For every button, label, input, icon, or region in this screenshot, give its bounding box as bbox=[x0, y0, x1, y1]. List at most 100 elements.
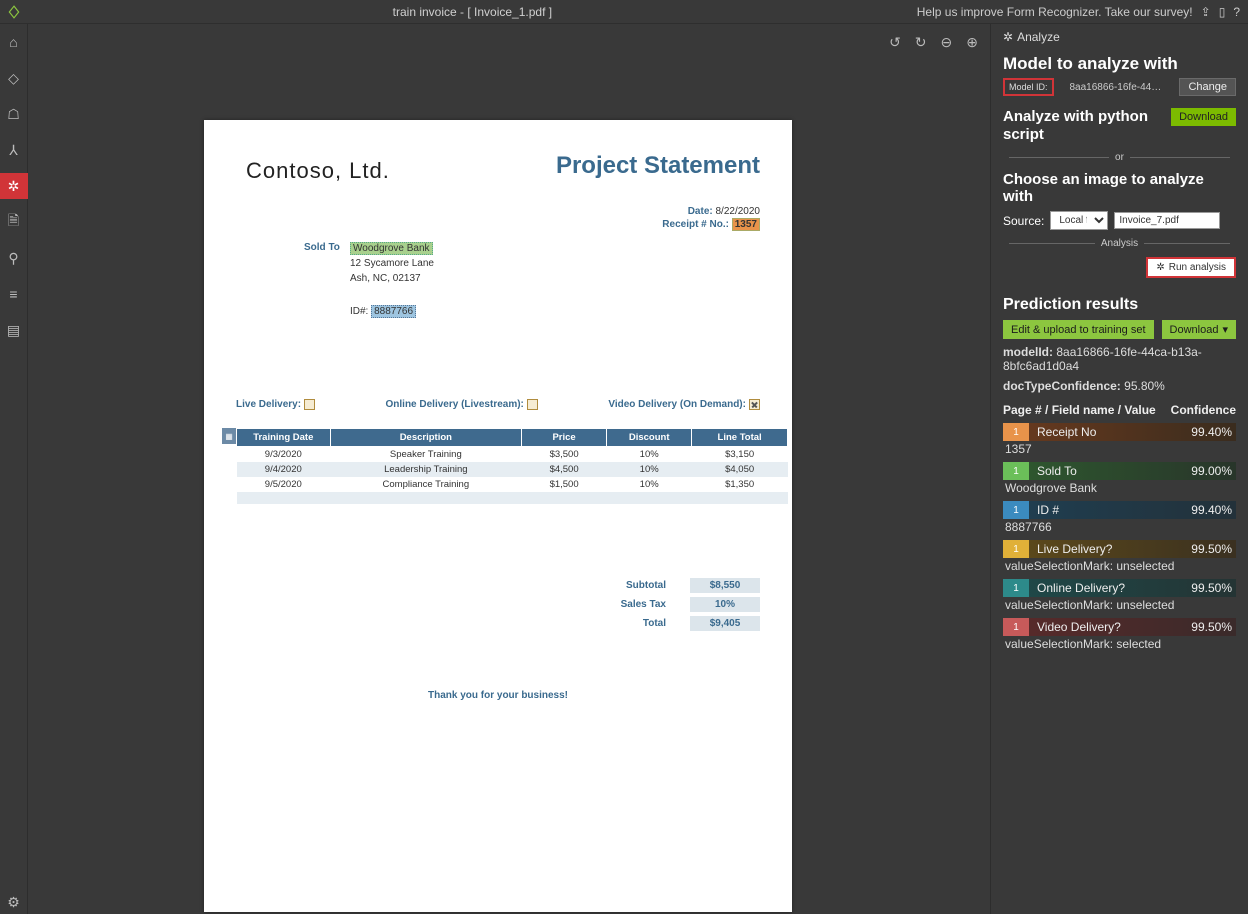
subtotal-label: Subtotal bbox=[586, 580, 666, 591]
online-delivery-checkbox bbox=[527, 399, 538, 410]
invoice-document: Contoso, Ltd. Project Statement Date: 8/… bbox=[204, 120, 792, 912]
zoom-out-icon[interactable]: ⊖ bbox=[941, 34, 953, 51]
doctype-row: docTypeConfidence: 95.80% bbox=[1003, 379, 1236, 393]
prediction-field[interactable]: 1Sold To99.00%Woodgrove Bank bbox=[1003, 462, 1236, 495]
analyze-gear-icon[interactable]: ✲ bbox=[0, 174, 28, 198]
field-value: 1357 bbox=[1003, 441, 1236, 456]
thanks-text: Thank you for your business! bbox=[204, 690, 792, 701]
video-delivery-label: Video Delivery (On Demand): bbox=[608, 399, 760, 410]
prediction-field[interactable]: 1Video Delivery?99.50%valueSelectionMark… bbox=[1003, 618, 1236, 651]
tax-value: 10% bbox=[690, 597, 760, 612]
source-select[interactable]: Local file bbox=[1050, 211, 1108, 230]
soldto-addr2: Ash, NC, 02137 bbox=[350, 273, 421, 284]
panel-icon[interactable]: ▯ bbox=[1219, 5, 1226, 19]
prediction-field[interactable]: 1Online Delivery?99.50%valueSelectionMar… bbox=[1003, 579, 1236, 612]
field-confidence: 99.50% bbox=[1191, 542, 1236, 556]
list-header-right: Confidence bbox=[1171, 403, 1236, 417]
modelid-row: modelId: 8aa16866-16fe-44ca-b13a-8bfc6ad… bbox=[1003, 345, 1236, 373]
page-badge: 1 bbox=[1003, 501, 1029, 519]
field-name: Live Delivery? bbox=[1029, 542, 1191, 556]
plug-icon[interactable]: ⚲ bbox=[0, 246, 28, 270]
table-icon: ▦ bbox=[222, 428, 236, 444]
undo-icon[interactable]: ↺ bbox=[889, 34, 901, 51]
prediction-field[interactable]: 1Live Delivery?99.50%valueSelectionMark:… bbox=[1003, 540, 1236, 573]
zoom-in-icon[interactable]: ⊕ bbox=[966, 34, 978, 51]
results-heading: Prediction results bbox=[1003, 296, 1236, 314]
run-analysis-button[interactable]: ✲Run analysis bbox=[1146, 257, 1236, 278]
th-discount: Discount bbox=[607, 429, 692, 447]
line-items-table: ▦ Training Date Description Price Discou… bbox=[222, 428, 774, 504]
th-desc: Description bbox=[330, 429, 521, 447]
project-icon[interactable]: ☖ bbox=[0, 102, 28, 126]
model-id-label: Model ID: bbox=[1003, 78, 1054, 96]
left-sidebar: ⌂ ◇ ☖ ⅄ ✲ 🗎 ⚲ ≡ ▤ ⚙ bbox=[0, 24, 28, 914]
receipt-row: Receipt # No.: 1357 bbox=[662, 219, 760, 230]
date-row: Date: 8/22/2020 bbox=[688, 206, 760, 217]
settings-gear-icon[interactable]: ⚙ bbox=[0, 890, 28, 914]
field-name: Sold To bbox=[1029, 464, 1191, 478]
download-script-button[interactable]: Download bbox=[1171, 108, 1236, 126]
live-delivery-label: Live Delivery: bbox=[236, 399, 315, 410]
document-canvas: ↺ ↻ ⊖ ⊕ Contoso, Ltd. Project Statement … bbox=[28, 24, 990, 914]
receipt-value: 1357 bbox=[732, 218, 760, 231]
id-value: 8887766 bbox=[371, 305, 416, 318]
table-row: 9/3/2020Speaker Training$3,50010%$3,150 bbox=[237, 447, 788, 463]
field-value: valueSelectionMark: unselected bbox=[1003, 558, 1236, 573]
source-label: Source: bbox=[1003, 214, 1044, 228]
field-value: valueSelectionMark: selected bbox=[1003, 636, 1236, 651]
share-icon[interactable]: ⇪ bbox=[1201, 5, 1211, 19]
analysis-divider: Analysis bbox=[1003, 238, 1236, 249]
prediction-field[interactable]: 1Receipt No99.40%1357 bbox=[1003, 423, 1236, 456]
choose-heading: Choose an image to analyze with bbox=[1003, 171, 1236, 205]
help-icon[interactable]: ? bbox=[1233, 5, 1240, 19]
page-badge: 1 bbox=[1003, 579, 1029, 597]
download-results-button[interactable]: Download▾ bbox=[1162, 320, 1236, 339]
field-confidence: 99.50% bbox=[1191, 620, 1236, 634]
online-delivery-label: Online Delivery (Livestream): bbox=[386, 399, 538, 410]
redo-icon[interactable]: ↻ bbox=[915, 34, 927, 51]
total-label: Total bbox=[586, 618, 666, 629]
table-row: 9/5/2020Compliance Training$1,50010%$1,3… bbox=[237, 477, 788, 492]
field-name: Online Delivery? bbox=[1029, 581, 1191, 595]
tax-label: Sales Tax bbox=[586, 599, 666, 610]
soldto-label: Sold To bbox=[304, 242, 340, 253]
receipt-label: Receipt # No.: bbox=[662, 219, 729, 230]
field-confidence: 99.50% bbox=[1191, 581, 1236, 595]
th-line: Line Total bbox=[692, 429, 788, 447]
list-header-left: Page # / Field name / Value bbox=[1003, 403, 1156, 417]
table-row bbox=[237, 492, 788, 504]
list-icon[interactable]: ≡ bbox=[0, 282, 28, 306]
chevron-down-icon: ▾ bbox=[1222, 323, 1228, 336]
page-icon[interactable]: ▤ bbox=[0, 318, 28, 342]
date-value: 8/22/2020 bbox=[716, 206, 761, 217]
home-icon[interactable]: ⌂ bbox=[0, 30, 28, 54]
merge-icon[interactable]: ⅄ bbox=[0, 138, 28, 162]
table-row: 9/4/2020Leadership Training$4,50010%$4,0… bbox=[237, 462, 788, 477]
date-label: Date: bbox=[688, 206, 713, 217]
edit-upload-button[interactable]: Edit & upload to training set bbox=[1003, 320, 1154, 339]
survey-link[interactable]: Help us improve Form Recognizer. Take ou… bbox=[917, 5, 1193, 19]
statement-title: Project Statement bbox=[556, 152, 760, 180]
field-name: Receipt No bbox=[1029, 425, 1191, 439]
company-name: Contoso, Ltd. bbox=[246, 158, 390, 184]
model-id-value: 8aa16866-16fe-44ca-b13a-8bfc6a… bbox=[1069, 82, 1163, 93]
python-heading: Analyze with python script bbox=[1003, 108, 1153, 144]
th-price: Price bbox=[522, 429, 607, 447]
total-value: $9,405 bbox=[690, 616, 760, 631]
field-name: ID # bbox=[1029, 503, 1191, 517]
analyze-tab[interactable]: ✲Analyze bbox=[1003, 24, 1236, 50]
right-panel: ✲Analyze Model to analyze with Model ID:… bbox=[990, 24, 1248, 914]
document-icon[interactable]: 🗎 bbox=[0, 210, 28, 234]
change-button[interactable]: Change bbox=[1179, 78, 1236, 96]
live-delivery-checkbox bbox=[304, 399, 315, 410]
model-heading: Model to analyze with bbox=[1003, 54, 1236, 74]
video-delivery-checkbox bbox=[749, 399, 760, 410]
page-badge: 1 bbox=[1003, 423, 1029, 441]
field-value: 8887766 bbox=[1003, 519, 1236, 534]
prediction-field[interactable]: 1ID #99.40%8887766 bbox=[1003, 501, 1236, 534]
soldto-name: Woodgrove Bank bbox=[350, 242, 433, 255]
tag-icon[interactable]: ◇ bbox=[0, 66, 28, 90]
soldto-block: Woodgrove Bank 12 Sycamore Lane Ash, NC,… bbox=[350, 241, 434, 319]
source-file-input[interactable] bbox=[1114, 212, 1220, 229]
field-value: Woodgrove Bank bbox=[1003, 480, 1236, 495]
